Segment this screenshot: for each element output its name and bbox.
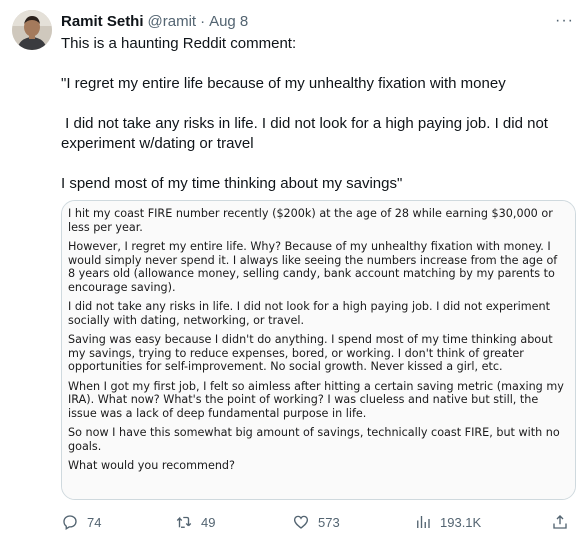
avatar[interactable] — [12, 10, 52, 50]
heart-icon — [293, 515, 309, 529]
author-handle[interactable]: @ramit — [148, 13, 197, 30]
reply-count: 74 — [87, 514, 102, 530]
share-upload-icon — [553, 515, 567, 529]
share-button[interactable] — [551, 513, 569, 531]
reply-button[interactable]: 74 — [61, 513, 101, 531]
comment-paragraph: I hit my coast FIRE number recently ($20… — [68, 207, 553, 234]
comment-paragraph: I did not take any risks in life. I did … — [68, 300, 550, 327]
bar-chart-icon — [417, 516, 430, 528]
tweet-body: This is a haunting Reddit comment: "I re… — [61, 34, 576, 194]
reddit-comment-screenshot: I hit my coast FIRE number recently ($20… — [62, 201, 575, 499]
comment-paragraph: What would you recommend? — [68, 459, 235, 472]
comment-paragraph: Saving was easy because I didn't do anyt… — [68, 333, 553, 373]
comment-paragraph: When I got my first job, I felt so aimle… — [68, 379, 564, 420]
tweet-timestamp[interactable]: Aug 8 — [209, 13, 248, 30]
tweet-line: "I regret my entire life because of my u… — [61, 75, 506, 92]
speech-bubble-icon — [63, 515, 77, 530]
retweet-count: 49 — [201, 514, 216, 530]
attached-image[interactable]: I hit my coast FIRE number recently ($20… — [61, 200, 576, 500]
separator-dot: · — [200, 12, 206, 30]
tweet-header: Ramit Sethi @ramit · Aug 8 ··· — [61, 11, 574, 31]
views-count: 193.1K — [440, 514, 482, 530]
like-count: 573 — [318, 514, 340, 530]
tweet-actions: 74 49 573 193.1K — [61, 511, 576, 533]
avatar-photo — [12, 10, 52, 50]
tweet-line: I spend most of my time thinking about m… — [61, 175, 403, 192]
more-options-icon[interactable]: ··· — [555, 12, 574, 30]
comment-paragraph: So now I have this somewhat big amount o… — [68, 426, 560, 453]
retweet-button[interactable]: 49 — [175, 513, 215, 531]
comment-paragraph: However, I regret my entire life. Why? B… — [68, 240, 558, 294]
tweet-line: I did not take any risks in life. I did … — [61, 115, 553, 152]
author-display-name[interactable]: Ramit Sethi — [61, 13, 144, 30]
like-button[interactable]: 573 — [292, 513, 340, 531]
retweet-arrows-icon — [176, 516, 192, 528]
views-button[interactable]: 193.1K — [414, 513, 481, 531]
tweet-line: This is a haunting Reddit comment: — [61, 35, 297, 52]
